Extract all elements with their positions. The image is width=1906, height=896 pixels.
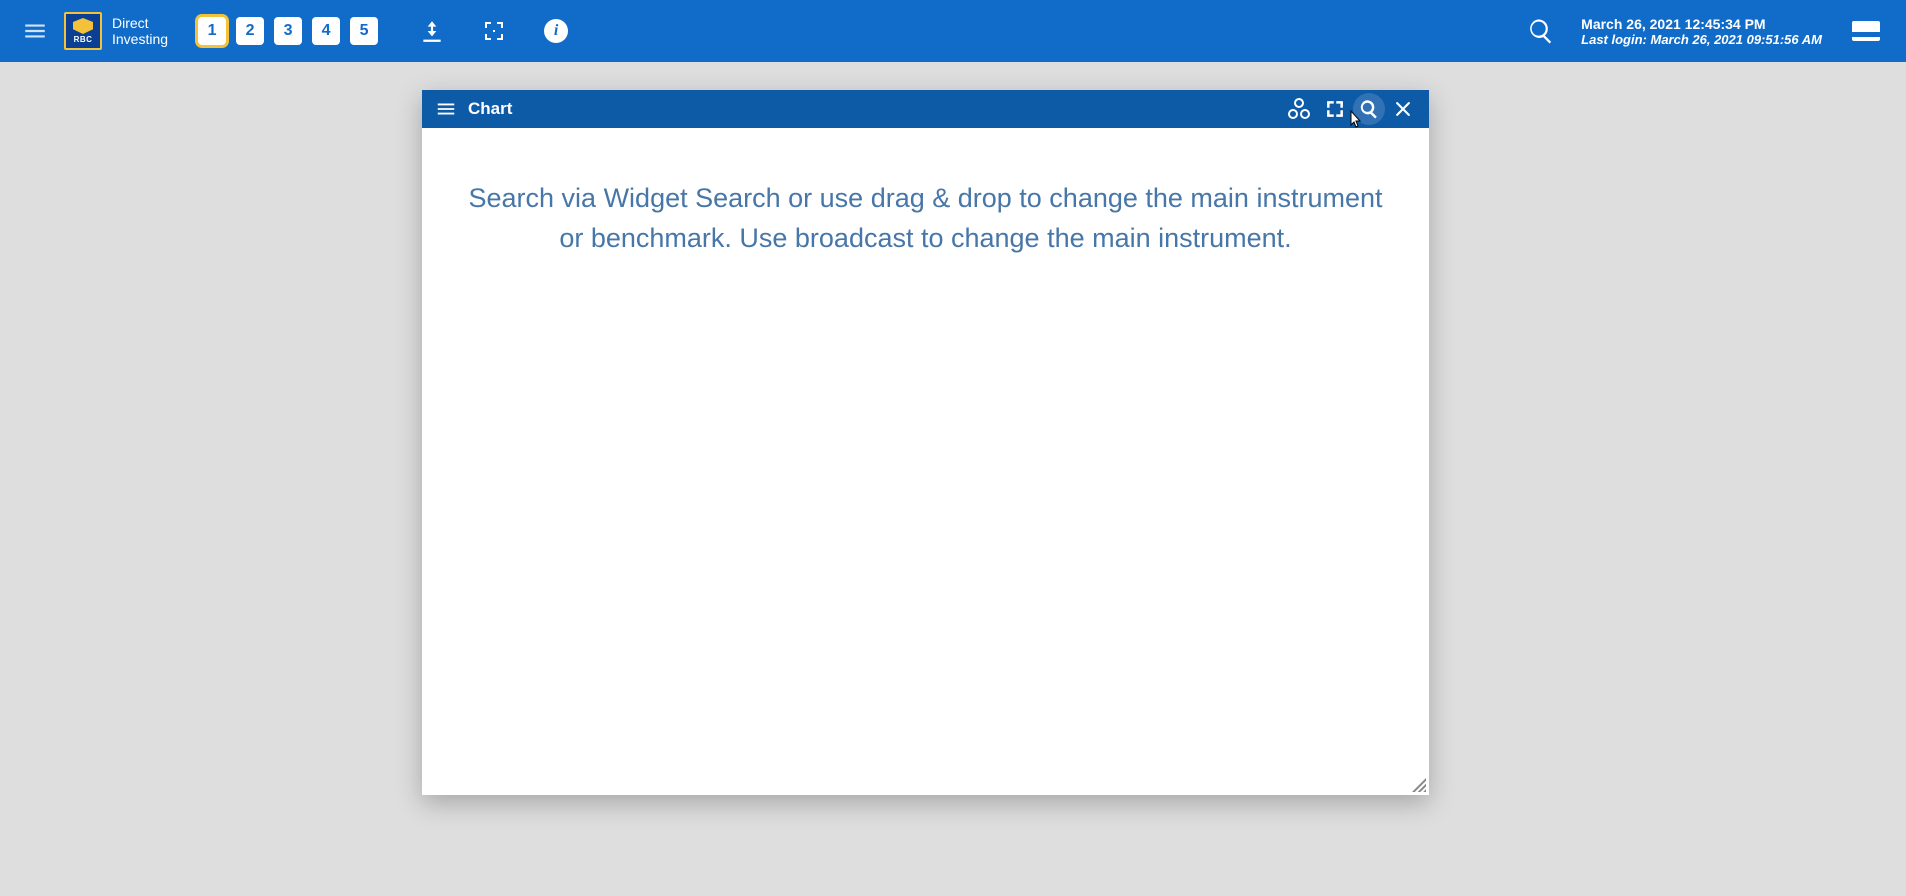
brand-line2: Investing [112,31,168,47]
header-datetime: March 26, 2021 12:45:34 PM Last login: M… [1581,16,1822,47]
workspace-3-button[interactable]: 3 [274,17,302,45]
workspace-1-button[interactable]: 1 [198,17,226,45]
widget-broadcast-button[interactable] [1281,93,1317,125]
chart-widget: Chart Search via Widget Search or use dr… [422,90,1429,795]
broadcast-icon [1287,98,1311,120]
app-bar: RBC Direct Investing 1 2 3 4 5 i March 2… [0,0,1906,62]
fullscreen-icon [1325,99,1345,119]
global-search-button[interactable] [1521,11,1561,51]
last-login: Last login: March 26, 2021 09:51:56 AM [1581,32,1822,47]
search-icon [1359,99,1379,119]
hamburger-icon [22,18,48,44]
link-icon [419,18,445,44]
widget-title: Chart [468,99,512,119]
close-icon [1393,99,1413,119]
resize-grip-icon [1412,778,1426,792]
chart-placeholder-text: Search via Widget Search or use drag & d… [462,178,1389,258]
workspace-4-button[interactable]: 4 [312,17,340,45]
widget-fullscreen-button[interactable] [1317,93,1353,125]
current-datetime: March 26, 2021 12:45:34 PM [1581,16,1822,32]
workspace-switcher: 1 2 3 4 5 [198,17,378,45]
focus-tool-button[interactable] [480,17,508,45]
info-button[interactable]: i [542,17,570,45]
workspace-canvas[interactable]: Chart Search via Widget Search or use dr… [0,62,1906,896]
toolbar-icons: i [418,17,570,45]
widget-menu-button[interactable] [430,93,462,125]
info-icon: i [544,19,568,43]
focus-icon [482,19,506,43]
chart-widget-body: Search via Widget Search or use drag & d… [422,128,1429,795]
main-menu-button[interactable] [10,6,60,56]
widget-search-button[interactable] [1353,93,1385,125]
widget-resize-handle[interactable] [1412,778,1426,792]
workspace-5-button[interactable]: 5 [350,17,378,45]
widget-close-button[interactable] [1385,93,1421,125]
rbc-logo-text: RBC [74,35,93,44]
link-tool-button[interactable] [418,17,446,45]
rbc-crest-icon [73,18,93,34]
brand-line1: Direct [112,15,168,31]
rbc-logo[interactable]: RBC [64,12,102,50]
search-icon [1527,17,1555,45]
brand-name: Direct Investing [112,15,168,47]
chart-widget-header[interactable]: Chart [422,90,1429,128]
workspace-2-button[interactable]: 2 [236,17,264,45]
hamburger-icon [435,98,457,120]
account-card-button[interactable] [1852,21,1880,41]
